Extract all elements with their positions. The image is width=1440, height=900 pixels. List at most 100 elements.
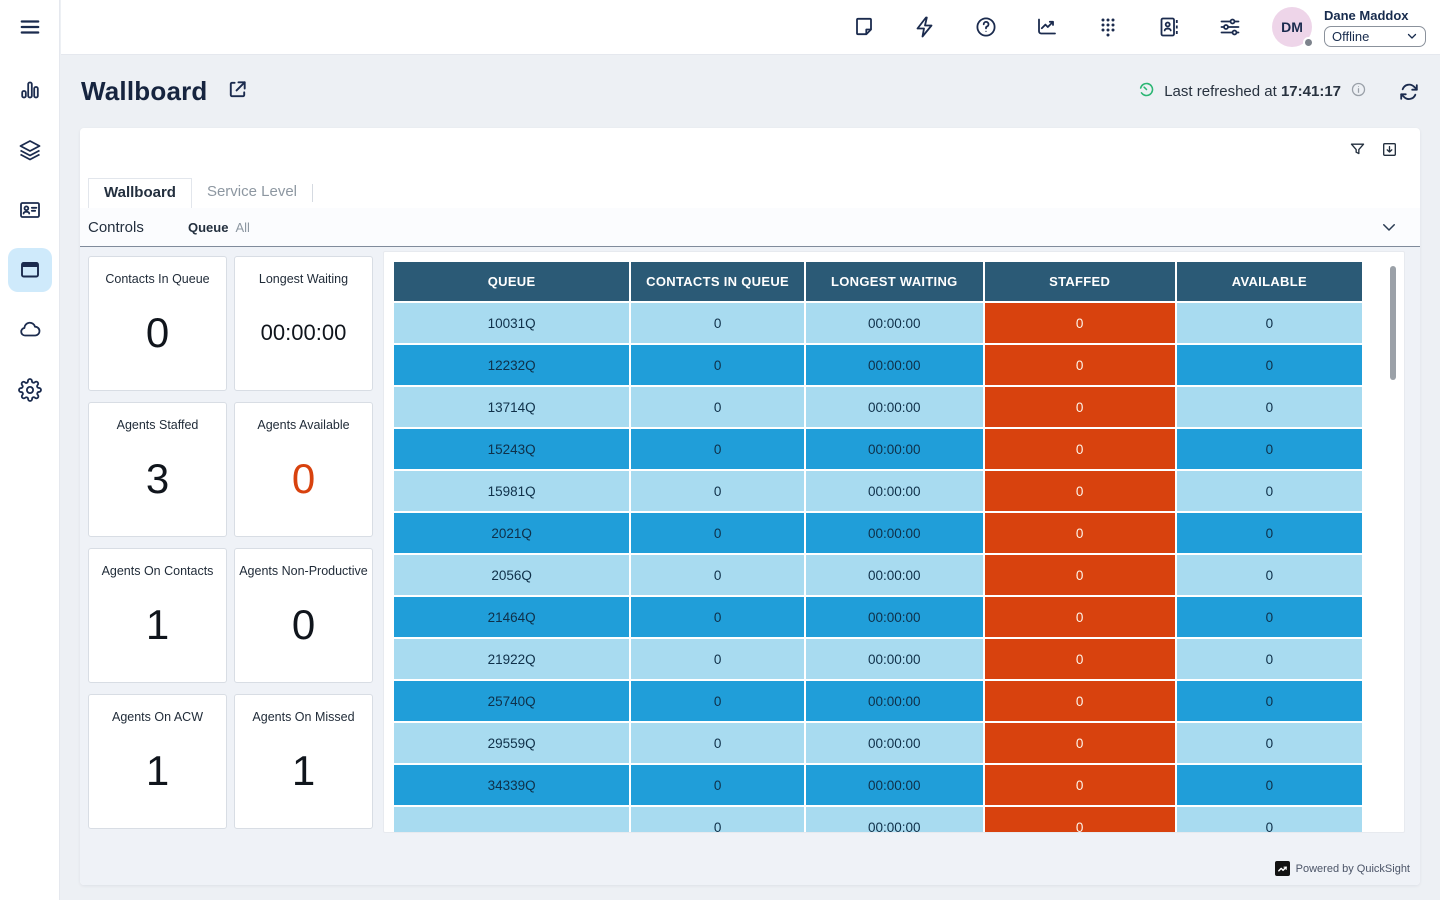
kpi-label: Contacts In Queue	[105, 257, 209, 286]
kpi-label: Agents Staffed	[117, 403, 199, 432]
table-cell: 12232Q	[394, 345, 629, 385]
table-cell: 0	[1177, 597, 1362, 637]
table-cell	[394, 807, 629, 832]
controls-label: Controls	[88, 219, 188, 236]
table-cell: 21464Q	[394, 597, 629, 637]
column-header[interactable]: AVAILABLE	[1177, 262, 1362, 301]
powered-by-text: Powered by QuickSight	[1296, 863, 1410, 875]
external-link-icon[interactable]	[226, 78, 249, 106]
kpi-value: 0	[292, 455, 315, 503]
wallboard-window-icon	[18, 258, 42, 282]
table-cell: 0	[985, 639, 1175, 679]
table-cell: 0	[1177, 765, 1362, 805]
table-row: 34339Q000:00:0000	[394, 765, 1362, 805]
table-row: 15981Q000:00:0000	[394, 471, 1362, 511]
preferences-icon[interactable]	[1218, 15, 1242, 39]
bar-chart-icon	[18, 78, 42, 102]
sidebar-item-metrics[interactable]	[8, 68, 52, 112]
table-cell: 0	[631, 681, 804, 721]
table-row: 2056Q000:00:0000	[394, 555, 1362, 595]
column-header[interactable]: QUEUE	[394, 262, 629, 301]
table-cell: 0	[631, 723, 804, 763]
table-cell: 0	[1177, 387, 1362, 427]
column-header[interactable]: CONTACTS IN QUEUE	[631, 262, 804, 301]
kpi-card: Agents Non-Productive0	[234, 548, 373, 683]
metrics-icon[interactable]	[1035, 15, 1059, 39]
table-cell: 21922Q	[394, 639, 629, 679]
table-row: 000:00:0000	[394, 807, 1362, 832]
table-cell: 0	[1177, 303, 1362, 343]
tab-service-level[interactable]: Service Level	[192, 178, 312, 208]
kpi-value: 1	[146, 747, 169, 795]
kpi-label: Agents Non-Productive	[239, 549, 368, 578]
table-cell: 0	[631, 303, 804, 343]
table-cell: 0	[985, 513, 1175, 553]
kpi-card: Longest Waiting00:00:00	[234, 256, 373, 391]
table-cell: 00:00:00	[806, 639, 983, 679]
column-header[interactable]: STAFFED	[985, 262, 1175, 301]
filter-icon[interactable]	[1349, 141, 1366, 163]
sidebar-item-flows[interactable]	[8, 128, 52, 172]
table-cell: 0	[985, 387, 1175, 427]
dialpad-icon[interactable]	[1096, 15, 1120, 39]
table-cell: 00:00:00	[806, 513, 983, 553]
column-header[interactable]: LONGEST WAITING	[806, 262, 983, 301]
controls-collapse-chevron-icon[interactable]	[1380, 218, 1398, 236]
gear-icon	[18, 378, 42, 402]
kpi-card: Agents On ACW 1	[88, 694, 227, 829]
layers-icon	[18, 138, 42, 162]
table-row: 13714Q000:00:0000	[394, 387, 1362, 427]
status-dot	[1303, 37, 1314, 48]
sidebar-item-settings[interactable]	[8, 368, 52, 412]
table-cell: 0	[985, 555, 1175, 595]
last-refreshed-text: Last refreshed at 17:41:17	[1164, 83, 1341, 100]
kpi-label: Agents Available	[257, 403, 349, 432]
table-cell: 0	[985, 597, 1175, 637]
queue-filter-label[interactable]: Queue	[188, 220, 228, 235]
table-row: 21464Q000:00:0000	[394, 597, 1362, 637]
chevron-down-icon	[1406, 30, 1418, 42]
table-cell: 0	[985, 723, 1175, 763]
table-cell: 15243Q	[394, 429, 629, 469]
page-header: Wallboard Last refreshed at 17:41:17	[61, 55, 1440, 128]
sidebar-item-contacts[interactable]	[8, 188, 52, 232]
export-icon[interactable]	[1381, 141, 1398, 163]
menu-icon[interactable]	[18, 16, 42, 38]
directory-icon[interactable]	[1157, 15, 1181, 39]
tab-divider	[312, 184, 313, 202]
agent-status-select[interactable]: Offline	[1324, 26, 1426, 47]
dashboard-panel: Wallboard Service Level Controls Queue A…	[80, 128, 1420, 885]
sheet-tabs: Wallboard Service Level	[88, 178, 313, 208]
info-icon[interactable]	[1350, 81, 1367, 102]
kpi-card: Agents On Contacts1	[88, 548, 227, 683]
id-card-icon	[18, 198, 42, 222]
table-cell: 2021Q	[394, 513, 629, 553]
table-cell: 0	[1177, 723, 1362, 763]
quick-actions-icon[interactable]	[913, 15, 937, 39]
left-sidebar	[0, 0, 60, 900]
help-icon[interactable]	[974, 15, 998, 39]
powered-by: Powered by QuickSight	[1275, 861, 1410, 876]
table-cell: 0	[631, 471, 804, 511]
table-scrollbar[interactable]	[1390, 266, 1396, 380]
sidebar-item-cloud[interactable]	[8, 308, 52, 352]
table-cell: 0	[985, 765, 1175, 805]
table-cell: 0	[985, 807, 1175, 832]
table-cell: 0	[631, 765, 804, 805]
sidebar-item-wallboard[interactable]	[8, 248, 52, 292]
table-cell: 00:00:00	[806, 555, 983, 595]
table-row: 15243Q000:00:0000	[394, 429, 1362, 469]
table-cell: 0	[985, 471, 1175, 511]
kpi-label: Agents On ACW	[112, 695, 203, 724]
table-cell: 0	[631, 345, 804, 385]
refresh-icon[interactable]	[1398, 81, 1420, 103]
tab-wallboard[interactable]: Wallboard	[88, 178, 192, 208]
table-cell: 00:00:00	[806, 471, 983, 511]
table-cell: 34339Q	[394, 765, 629, 805]
note-icon[interactable]	[852, 15, 876, 39]
table-cell: 0	[1177, 471, 1362, 511]
table-row: 2021Q000:00:0000	[394, 513, 1362, 553]
table-row: 10031Q000:00:0000	[394, 303, 1362, 343]
queue-filter-value[interactable]: All	[235, 220, 249, 235]
table-cell: 2056Q	[394, 555, 629, 595]
